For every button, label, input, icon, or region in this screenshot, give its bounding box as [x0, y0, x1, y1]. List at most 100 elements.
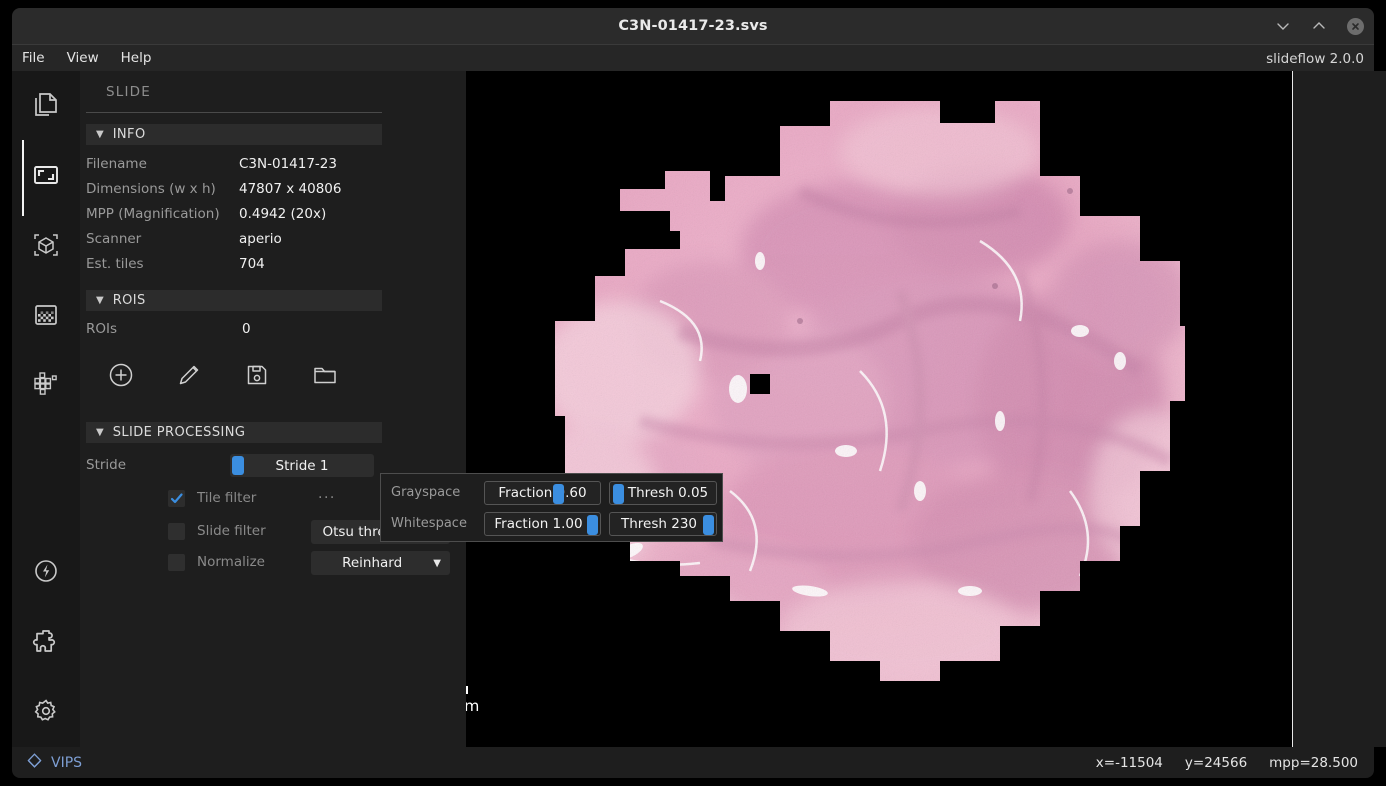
normalize-dropdown[interactable]: Reinhard ▼ — [311, 551, 450, 575]
slide-control-panel: SLIDE ▼ INFO Filename C3N-01417-23 Dimen… — [80, 71, 466, 747]
menu-file[interactable]: File — [12, 45, 56, 71]
whitespace-thresh-handle[interactable] — [703, 515, 714, 535]
folder-open-icon — [311, 361, 339, 393]
menu-view[interactable]: View — [56, 45, 110, 71]
grayspace-label: Grayspace — [391, 485, 461, 500]
application-window: C3N-01417-23.svs File View Help slideflo… — [0, 0, 1386, 786]
grayspace-fraction-value: Fraction 0.60 — [498, 485, 587, 501]
save-roi-button[interactable] — [234, 354, 280, 400]
info-row-est-tiles: Est. tiles 704 — [80, 252, 466, 277]
slide-filter-checkbox[interactable] — [168, 523, 185, 540]
rois-value: 0 — [242, 321, 251, 337]
section-header-info[interactable]: ▼ INFO — [86, 124, 382, 145]
info-row-scanner: Scanner aperio — [80, 227, 466, 252]
chevron-down-icon: ▼ — [96, 426, 104, 438]
tile-filter-checkbox[interactable] — [168, 490, 185, 507]
info-value: aperio — [239, 231, 282, 247]
status-x: x=-11504 — [1095, 754, 1163, 771]
slide-filter-label: Slide filter — [197, 523, 266, 539]
add-roi-button[interactable] — [98, 354, 144, 400]
document-copy-icon — [31, 90, 61, 120]
sidebar-item-view[interactable] — [12, 141, 80, 209]
grayspace-fraction-slider[interactable]: Fraction 0.60 — [484, 481, 601, 505]
whitespace-fraction-value: Fraction 1.00 — [494, 516, 583, 532]
diamond-icon — [26, 752, 43, 773]
menu-help[interactable]: Help — [110, 45, 163, 71]
sidebar-item-heatmap[interactable] — [12, 281, 80, 349]
stride-slider-handle[interactable] — [232, 456, 244, 475]
checker-gradient-icon — [31, 300, 61, 330]
grayspace-thresh-value: Thresh 0.05 — [627, 485, 709, 501]
title-bar: C3N-01417-23.svs — [12, 8, 1374, 44]
info-value: 0.4942 (20x) — [239, 206, 327, 222]
puzzle-piece-icon — [31, 626, 61, 656]
slide-viewport[interactable]: 1000 µm — [380, 71, 1386, 747]
cube-scan-icon — [31, 230, 61, 260]
menu-bar: File View Help slideflow 2.0.0 — [12, 44, 1374, 71]
pencil-icon — [175, 361, 203, 393]
sidebar-item-mosaic[interactable] — [12, 349, 80, 417]
section-header-rois[interactable]: ▼ ROIS — [86, 290, 382, 311]
minimize-button[interactable] — [1272, 15, 1294, 37]
section-title-rois: ROIS — [112, 293, 146, 308]
stride-label: Stride — [86, 457, 127, 473]
whitespace-fraction-handle[interactable] — [587, 515, 598, 535]
slide-tissue-render — [380, 71, 1386, 747]
edit-roi-button[interactable] — [166, 354, 212, 400]
status-coordinates: x=-11504 y=24566 mpp=28.500 — [1096, 755, 1358, 771]
section-title-info: INFO — [112, 127, 146, 142]
status-bar: VIPS x=-11504 y=24566 mpp=28.500 — [12, 747, 1374, 778]
tile-filter-popup[interactable]: Grayspace Fraction 0.60 Thresh 0.05 Whit… — [380, 473, 723, 542]
panel-header: SLIDE — [80, 71, 466, 113]
grayspace-thresh-slider[interactable]: Thresh 0.05 — [609, 481, 717, 505]
whole-slide-image[interactable] — [380, 71, 1386, 747]
grayspace-thresh-handle[interactable] — [613, 484, 624, 504]
whitespace-row: Whitespace Fraction 1.00 Thresh 230 — [381, 509, 724, 539]
info-key: Dimensions (w x h) — [86, 181, 216, 197]
load-roi-button[interactable] — [302, 354, 348, 400]
grayspace-fraction-handle[interactable] — [553, 484, 564, 504]
status-mpp: mpp=28.500 — [1269, 754, 1358, 771]
close-button[interactable] — [1344, 15, 1366, 37]
rois-key: ROIs — [86, 321, 118, 337]
scatter-blocks-icon — [31, 368, 61, 398]
sidebar-item-model[interactable] — [12, 211, 80, 279]
tile-filter-more-button[interactable]: ··· — [318, 483, 336, 514]
chevron-down-icon: ▼ — [96, 294, 104, 306]
left-icon-rail — [12, 71, 80, 747]
sidebar-item-settings[interactable] — [12, 677, 80, 745]
panel-title: SLIDE — [106, 84, 151, 100]
version-label: slideflow 2.0.0 — [1266, 50, 1364, 67]
tile-filter-label: Tile filter — [197, 490, 257, 506]
lightning-circle-icon — [31, 556, 61, 586]
whitespace-thresh-slider[interactable]: Thresh 230 — [609, 512, 717, 536]
status-y: y=24566 — [1184, 754, 1248, 771]
info-value: 704 — [239, 256, 265, 272]
normalize-checkbox[interactable] — [168, 554, 185, 571]
plus-circle-icon — [107, 361, 135, 393]
panel-header-divider — [86, 112, 382, 113]
sidebar-item-extensions[interactable] — [12, 607, 80, 675]
info-row-mpp: MPP (Magnification) 0.4942 (20x) — [80, 202, 466, 227]
section-title-slide-processing: SLIDE PROCESSING — [112, 425, 246, 440]
info-key: Scanner — [86, 231, 142, 247]
info-key: MPP (Magnification) — [86, 206, 220, 222]
roi-tool-row — [80, 354, 466, 410]
sidebar-item-performance[interactable] — [12, 537, 80, 605]
stride-slider-value: Stride 1 — [275, 457, 329, 474]
status-backend-label: VIPS — [51, 754, 83, 771]
maximize-button[interactable] — [1308, 15, 1330, 37]
close-icon — [1346, 17, 1364, 35]
info-key: Est. tiles — [86, 256, 144, 272]
stride-slider[interactable]: Stride 1 — [230, 454, 374, 477]
info-value: 47807 x 40806 — [239, 181, 342, 197]
info-key: Filename — [86, 156, 147, 172]
chevron-down-icon: ▼ — [433, 557, 441, 569]
status-backend[interactable]: VIPS — [26, 752, 82, 773]
whitespace-label: Whitespace — [391, 516, 467, 531]
normalize-value: Reinhard — [342, 555, 403, 571]
section-header-slide-processing[interactable]: ▼ SLIDE PROCESSING — [86, 422, 382, 443]
info-row-dimensions: Dimensions (w x h) 47807 x 40806 — [80, 177, 466, 202]
sidebar-item-slide[interactable] — [12, 71, 80, 139]
whitespace-fraction-slider[interactable]: Fraction 1.00 — [484, 512, 601, 536]
